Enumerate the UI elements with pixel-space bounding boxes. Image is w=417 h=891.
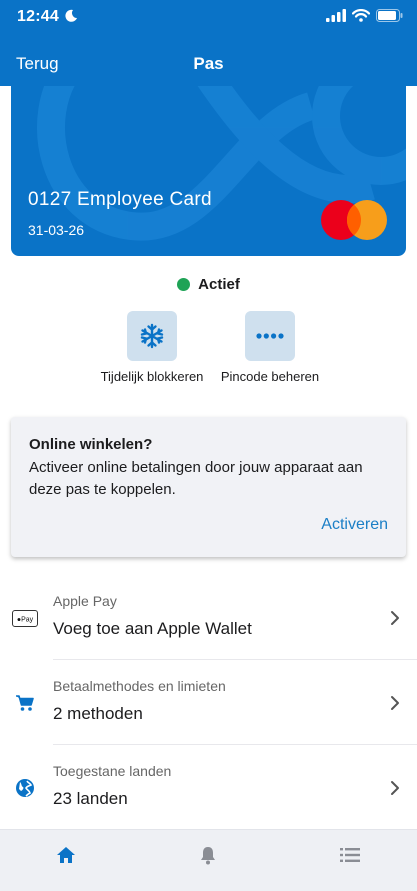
payment-card[interactable]: 0127 Employee Card 31-03-26 <box>11 86 406 256</box>
list-item-subtitle: Toegestane landen <box>53 763 172 779</box>
pin-label: Pincode beheren <box>220 369 320 384</box>
snowflake-icon <box>140 323 164 349</box>
block-label: Tijdelijk blokkeren <box>100 369 204 384</box>
signal-icon <box>326 9 346 22</box>
card-expiry: 31-03-26 <box>28 222 85 238</box>
promo-body: Activeer online betalingen door jouw app… <box>29 459 363 498</box>
online-shopping-card: Online winkelen? Activeer online betalin… <box>11 417 406 557</box>
top-bar: 12:44 Terug Pas <box>0 0 417 86</box>
list-item-subtitle: Betaalmethodes en limieten <box>53 678 226 694</box>
promo-title: Online winkelen? <box>29 436 153 453</box>
page-title: Pas <box>193 54 224 73</box>
pin-dots-icon <box>256 333 284 339</box>
status-dot <box>177 277 191 291</box>
wifi-icon <box>352 9 370 22</box>
list-item-title: Voeg toe aan Apple Wallet <box>53 619 252 638</box>
nav-bar: Terug Pas <box>0 48 417 82</box>
card-status: Actief <box>0 274 417 294</box>
list-item-apple-pay[interactable]: ●Pay Apple Pay Voeg toe aan Apple Wallet <box>0 576 417 660</box>
chevron-right-icon <box>391 696 399 710</box>
manage-pin-action[interactable]: Pincode beheren <box>205 311 335 384</box>
block-button[interactable] <box>127 311 177 361</box>
moon-icon <box>65 9 77 22</box>
tab-home[interactable] <box>46 842 86 868</box>
status-indicators <box>326 9 403 22</box>
battery-icon <box>376 9 403 22</box>
status-bar: 12:44 <box>0 0 417 36</box>
chevron-right-icon <box>391 611 399 625</box>
activate-button[interactable]: Activeren <box>321 516 388 534</box>
block-temporarily-action[interactable]: Tijdelijk blokkeren <box>87 311 217 384</box>
cart-icon <box>12 693 38 713</box>
divider <box>53 659 417 660</box>
list-item-subtitle: Apple Pay <box>53 593 117 609</box>
mastercard-logo <box>321 200 387 240</box>
list-item-allowed-countries[interactable]: Toegestane landen 23 landen <box>0 746 417 830</box>
list-item-title: 23 landen <box>53 789 128 808</box>
tab-menu[interactable] <box>330 842 370 868</box>
card-name: 0127 Employee Card <box>28 189 212 210</box>
tab-bar <box>0 829 417 891</box>
bell-icon <box>201 847 215 865</box>
divider <box>53 744 417 745</box>
list-item-title: 2 methoden <box>53 704 143 723</box>
list-icon <box>340 848 360 862</box>
status-time: 12:44 <box>17 8 59 25</box>
chevron-right-icon <box>391 781 399 795</box>
apple-pay-icon: ●Pay <box>12 608 38 628</box>
back-button[interactable]: Terug <box>16 54 59 74</box>
svg-text:●Pay: ●Pay <box>17 616 34 623</box>
status-label: Actief <box>198 275 240 293</box>
list-item-payment-methods[interactable]: Betaalmethodes en limieten 2 methoden <box>0 661 417 745</box>
pin-button[interactable] <box>245 311 295 361</box>
tab-notifications[interactable] <box>188 842 228 868</box>
home-icon <box>57 847 75 863</box>
globe-icon <box>12 778 38 798</box>
